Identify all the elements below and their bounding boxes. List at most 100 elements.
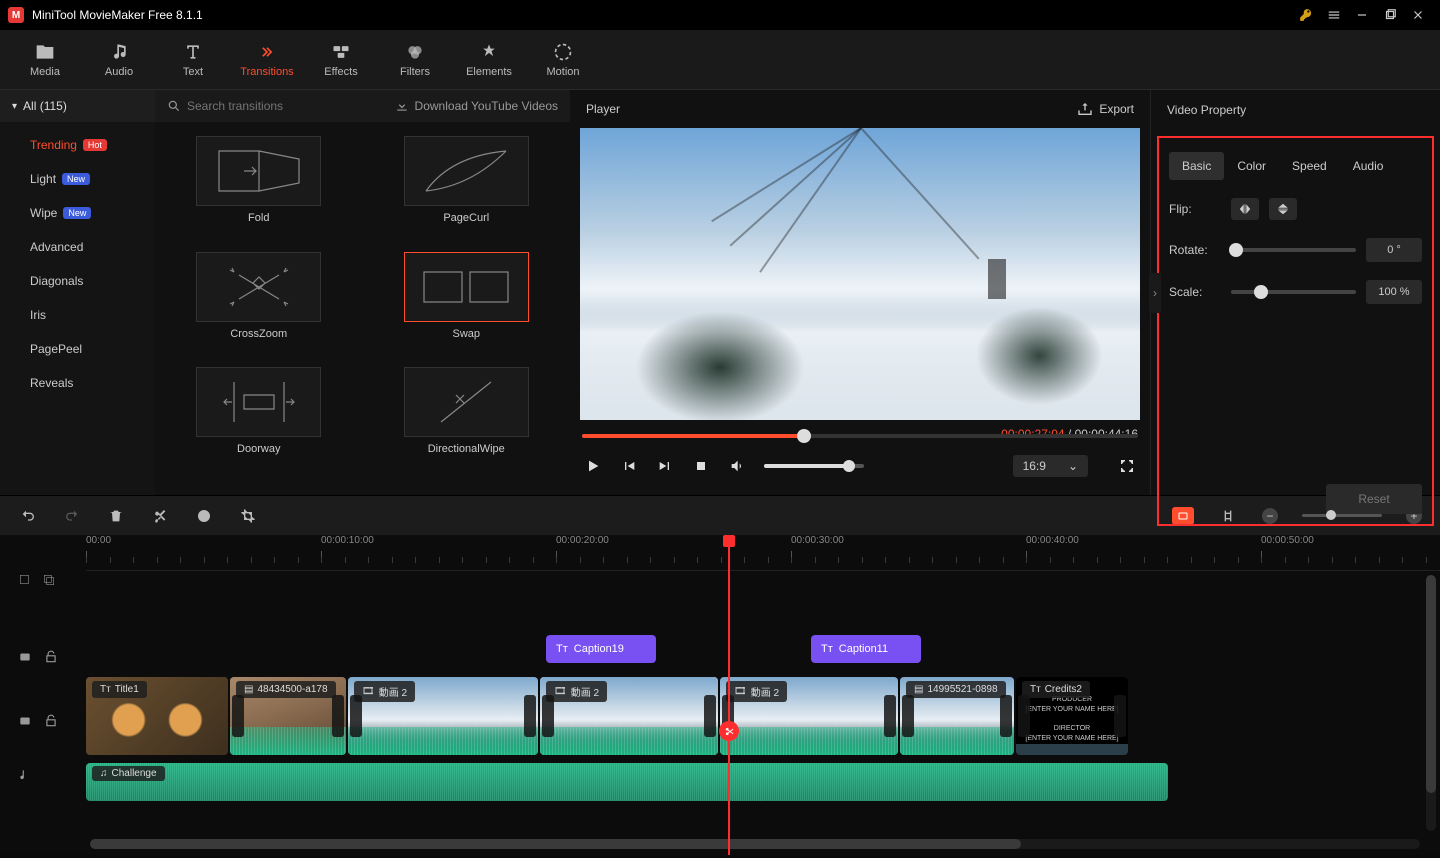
text-track-controls — [0, 627, 86, 687]
property-title: Video Property — [1167, 103, 1246, 117]
music-icon: ♫ — [100, 768, 108, 779]
tab-filters[interactable]: Filters — [380, 30, 450, 89]
tab-motion[interactable]: Motion — [528, 30, 598, 89]
tab-elements[interactable]: Elements — [454, 30, 524, 89]
category-all[interactable]: ▾All (115) — [0, 90, 155, 122]
upgrade-key-icon[interactable] — [1292, 3, 1320, 27]
flip-horizontal-button[interactable] — [1231, 198, 1259, 220]
crop-button[interactable] — [238, 506, 258, 526]
panel-collapse-button[interactable]: › — [1149, 273, 1161, 313]
download-icon — [395, 99, 409, 113]
time-ruler[interactable]: 00:0000:00:10:0000:00:20:0000:00:30:0000… — [86, 535, 1440, 571]
tab-transitions[interactable]: Transitions — [232, 30, 302, 89]
undo-button[interactable] — [18, 506, 38, 526]
prop-tab-color[interactable]: Color — [1224, 152, 1279, 180]
player-seek-bar[interactable] — [582, 426, 1138, 445]
video-clip[interactable]: 🎞動画 2 — [540, 677, 718, 755]
transition-doorway[interactable]: Doorway — [175, 367, 343, 473]
titlebar: M MiniTool MovieMaker Free 8.1.1 — [0, 0, 1440, 30]
stop-button[interactable] — [692, 457, 710, 475]
rotate-value[interactable]: 0 ° — [1366, 238, 1422, 262]
search-input[interactable] — [187, 99, 327, 113]
transition-pagecurl[interactable]: PageCurl — [383, 136, 551, 242]
zoom-slider[interactable] — [1302, 514, 1382, 517]
transition-swap[interactable]: Swap — [383, 252, 551, 358]
split-at-playhead-button[interactable] — [719, 721, 739, 741]
category-advanced[interactable]: Advanced — [0, 230, 155, 264]
scale-slider[interactable] — [1231, 290, 1356, 294]
category-trending[interactable]: TrendingHot — [0, 128, 155, 162]
delete-button[interactable] — [106, 506, 126, 526]
add-track-icon[interactable] — [18, 573, 32, 587]
ruler-tick: 00:00 — [86, 535, 111, 546]
mode-toolbar: Media Audio Text Transitions Effects Fil… — [0, 30, 1440, 90]
play-button[interactable] — [584, 457, 602, 475]
volume-icon[interactable] — [728, 457, 746, 475]
tab-effects[interactable]: Effects — [306, 30, 376, 89]
category-reveals[interactable]: Reveals — [0, 366, 155, 400]
minimize-button[interactable] — [1348, 3, 1376, 27]
aspect-ratio-select[interactable]: 16:9⌄ — [1013, 455, 1088, 477]
video-clip[interactable]: ▤48434500-a178 — [230, 677, 346, 755]
export-icon — [1077, 101, 1093, 117]
caption-clip[interactable]: TᴛCaption11 — [811, 635, 921, 663]
rotate-slider[interactable] — [1231, 248, 1356, 252]
audio-track-icon — [18, 768, 32, 782]
timeline-v-scrollbar[interactable] — [1426, 575, 1436, 831]
prop-tab-basic[interactable]: Basic — [1169, 152, 1224, 180]
playhead[interactable] — [728, 535, 730, 855]
audio-track[interactable]: ♫Challenge — [86, 763, 1428, 803]
unlock-icon[interactable] — [44, 650, 58, 664]
text-track-icon — [18, 650, 32, 664]
category-light[interactable]: LightNew — [0, 162, 155, 196]
video-track-icon — [18, 714, 32, 728]
timeline-h-scrollbar[interactable] — [90, 839, 1420, 849]
video-clip[interactable]: PRODUCER[ENTER YOUR NAME HERE]DIRECTOR[E… — [1016, 677, 1128, 755]
download-youtube-link[interactable]: Download YouTube Videos — [395, 99, 558, 113]
chevron-down-icon: ⌄ — [1068, 459, 1078, 473]
export-button[interactable]: Export — [1077, 101, 1134, 117]
volume-slider[interactable] — [764, 464, 864, 468]
property-panel: › Video Property Basic Color Speed Audio… — [1150, 90, 1440, 495]
category-pagepeel[interactable]: PagePeel — [0, 332, 155, 366]
video-clip[interactable]: 🎞動画 2 — [348, 677, 538, 755]
unlock-icon[interactable] — [44, 714, 58, 728]
prop-tab-audio[interactable]: Audio — [1340, 152, 1397, 180]
transition-fold[interactable]: Fold — [175, 136, 343, 242]
next-frame-button[interactable] — [656, 457, 674, 475]
audio-clip[interactable]: ♫Challenge — [86, 763, 1168, 801]
text-track[interactable]: TᴛCaption19 TᴛCaption11 — [86, 625, 1428, 675]
maximize-button[interactable] — [1376, 3, 1404, 27]
video-track[interactable]: TᴛTitle1▤48434500-a178🎞動画 2🎞動画 2🎞動画 2▤14… — [86, 677, 1428, 757]
tab-audio[interactable]: Audio — [84, 30, 154, 89]
app-icon: M — [8, 7, 24, 23]
caption-clip[interactable]: TᴛCaption19 — [546, 635, 656, 663]
speed-button[interactable] — [194, 506, 214, 526]
category-diagonals[interactable]: Diagonals — [0, 264, 155, 298]
scale-value[interactable]: 100 % — [1366, 280, 1422, 304]
audio-track-controls — [0, 755, 86, 795]
search-transitions[interactable] — [167, 99, 387, 113]
video-clip[interactable]: 🎞動画 2 — [720, 677, 898, 755]
stack-icon[interactable] — [42, 573, 56, 587]
category-wipe[interactable]: WipeNew — [0, 196, 155, 230]
category-iris[interactable]: Iris — [0, 298, 155, 332]
redo-button[interactable] — [62, 506, 82, 526]
menu-icon[interactable] — [1320, 3, 1348, 27]
close-button[interactable] — [1404, 3, 1432, 27]
video-clip[interactable]: TᴛTitle1 — [86, 677, 228, 755]
transition-directionalwipe[interactable]: DirectionalWipe — [383, 367, 551, 473]
tab-media[interactable]: Media — [10, 30, 80, 89]
prev-frame-button[interactable] — [620, 457, 638, 475]
reset-button[interactable]: Reset — [1326, 484, 1422, 514]
flip-vertical-button[interactable] — [1269, 198, 1297, 220]
video-clip[interactable]: ▤14995521-0898 — [900, 677, 1014, 755]
split-button[interactable] — [150, 506, 170, 526]
prop-tab-speed[interactable]: Speed — [1279, 152, 1340, 180]
player-panel: Player Export 00:00:27:04 / 00:00:44:16 … — [570, 90, 1150, 495]
transition-crosszoom[interactable]: CrossZoom — [175, 252, 343, 358]
fullscreen-button[interactable] — [1118, 457, 1136, 475]
tab-text[interactable]: Text — [158, 30, 228, 89]
video-preview[interactable] — [580, 128, 1140, 421]
transitions-grid: Download YouTube Videos Fold PageCurl Cros… — [155, 90, 570, 495]
